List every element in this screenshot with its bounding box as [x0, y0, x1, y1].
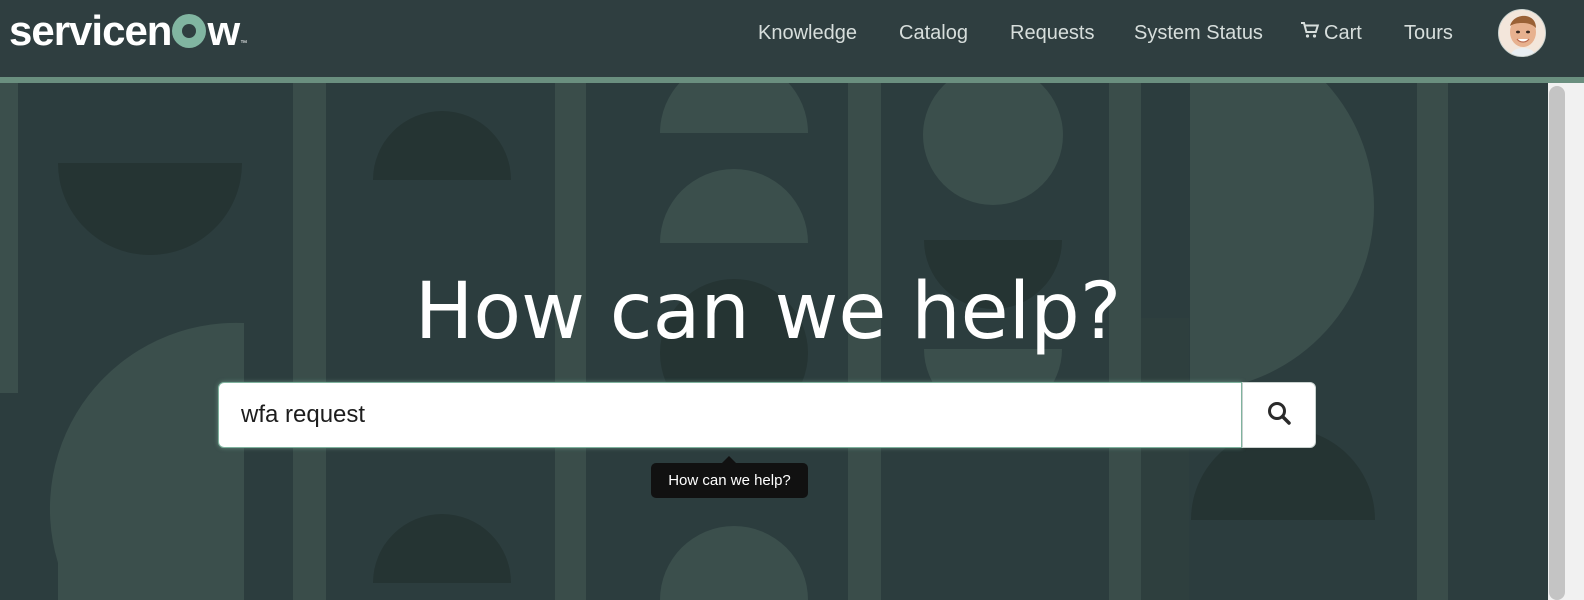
nav-knowledge[interactable]: Knowledge	[758, 0, 857, 66]
logo-text-part1: servicen	[9, 7, 172, 54]
tooltip-arrow	[722, 456, 736, 463]
nav-cart-label: Cart	[1324, 21, 1362, 44]
search-input[interactable]	[218, 382, 1242, 448]
search-tooltip: How can we help?	[651, 463, 808, 498]
hero-headline: How can we help?	[414, 267, 1122, 357]
search-button[interactable]	[1242, 382, 1316, 448]
nav-catalog[interactable]: Catalog	[899, 0, 968, 66]
logo-text-part2: w	[207, 7, 240, 54]
search-icon	[1266, 400, 1292, 431]
logo-o-icon	[172, 14, 207, 48]
nav-requests[interactable]: Requests	[1010, 0, 1095, 66]
servicenow-logo[interactable]: servicen w ™	[9, 8, 247, 54]
user-avatar[interactable]	[1498, 9, 1546, 57]
nav-system-status[interactable]: System Status	[1134, 0, 1263, 66]
nav-tours[interactable]: Tours	[1404, 0, 1453, 66]
cart-icon	[1300, 21, 1320, 45]
trademark-symbol: ™	[240, 40, 248, 47]
nav-cart[interactable]: Cart	[1300, 0, 1362, 66]
scrollbar-thumb[interactable]	[1549, 86, 1565, 600]
